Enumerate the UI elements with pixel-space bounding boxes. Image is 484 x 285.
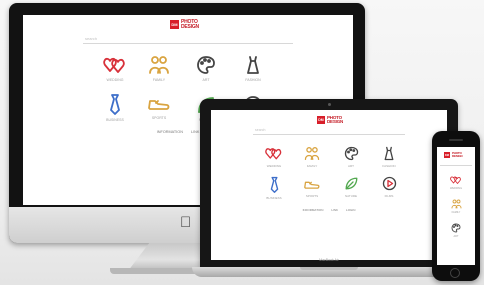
- category-label: FASHION: [245, 78, 261, 82]
- category-label: BUSINESS: [106, 118, 124, 122]
- home-button-icon[interactable]: [450, 268, 460, 278]
- shoe-icon: [148, 100, 170, 110]
- palette-icon: [451, 223, 461, 233]
- category-label: SPORTS: [151, 116, 167, 120]
- menu-item-login[interactable]: LOGIN: [346, 208, 355, 212]
- search-input[interactable]: [83, 43, 293, 44]
- category-family[interactable]: FAMILY: [297, 146, 327, 168]
- category-fashion[interactable]: FASHION: [235, 55, 271, 82]
- category-art[interactable]: ART: [446, 223, 466, 238]
- search-placeholder: search: [85, 36, 98, 41]
- leaf-icon: [345, 177, 357, 190]
- palette-icon: [344, 146, 358, 161]
- hearts-icon: [103, 57, 125, 73]
- apple-logo-icon: : [180, 214, 191, 231]
- menu-item-information[interactable]: INFORMATION: [303, 208, 324, 212]
- site-logo[interactable]: DM PHOTO DESIGN: [170, 20, 199, 29]
- search-placeholder: search: [255, 128, 266, 132]
- tie-icon: [270, 176, 278, 193]
- category-label: FAMILY: [152, 78, 166, 82]
- tie-icon: [110, 94, 120, 115]
- logo-line-2: DESIGN: [181, 23, 199, 30]
- laptop-model-label: MacBook Air: [319, 258, 339, 262]
- footer-menu: INFORMATION LINK LOGIN: [281, 208, 377, 212]
- category-label: SPORTS: [305, 194, 319, 198]
- shoe-icon: [304, 181, 320, 189]
- phone-screen: DM PHOTO DESIGN WEDDING FAMILY ART: [437, 147, 475, 265]
- category-label: ART: [348, 164, 354, 168]
- logo-mark: DM: [317, 116, 325, 125]
- laptop-notch: [300, 267, 358, 270]
- category-label: FILMS: [384, 194, 394, 198]
- category-label: FAMILY: [451, 211, 461, 214]
- category-label: ART: [453, 235, 459, 238]
- laptop-screen: DM PHOTO DESIGN search WEDDING FAMILY AR…: [211, 110, 447, 260]
- site-logo[interactable]: DM PHOTO DESIGN: [317, 115, 344, 125]
- search-input[interactable]: [253, 134, 405, 135]
- camera-icon: [328, 103, 331, 106]
- logo-line-2: DESIGN: [452, 154, 463, 158]
- menu-item-link[interactable]: LINK: [331, 208, 338, 212]
- category-nature[interactable]: NATURE: [336, 176, 366, 198]
- logo-mark: DM: [170, 20, 179, 29]
- category-wedding[interactable]: WEDDING: [97, 55, 133, 82]
- category-business[interactable]: BUSINESS: [97, 93, 133, 122]
- dress-icon: [247, 56, 259, 74]
- palette-icon: [197, 56, 215, 74]
- category-label: BUSINESS: [266, 196, 282, 200]
- logo-mark: DM: [444, 152, 450, 158]
- menu-item-information[interactable]: INFORMATION: [157, 130, 183, 134]
- category-films[interactable]: FILMS: [374, 176, 404, 198]
- category-label: WEDDING: [106, 78, 124, 82]
- category-wedding[interactable]: WEDDING: [259, 146, 289, 168]
- hearts-icon: [450, 176, 461, 184]
- category-label: FAMILY: [306, 164, 318, 168]
- category-label: WEDDING: [266, 164, 282, 168]
- dress-icon: [384, 146, 394, 161]
- category-label: NATURE: [344, 194, 358, 198]
- category-family[interactable]: FAMILY: [446, 199, 466, 214]
- family-icon: [149, 56, 169, 74]
- category-art[interactable]: ART: [188, 55, 224, 82]
- category-fashion[interactable]: FASHION: [374, 146, 404, 168]
- category-label: ART: [202, 78, 210, 82]
- family-icon: [304, 147, 320, 160]
- category-label: WEDDING: [449, 187, 463, 190]
- category-sports[interactable]: SPORTS: [297, 178, 327, 198]
- category-art[interactable]: ART: [336, 146, 366, 168]
- menu-item-link[interactable]: LINK: [191, 130, 199, 134]
- site-logo[interactable]: DM PHOTO DESIGN: [444, 152, 463, 158]
- category-wedding[interactable]: WEDDING: [446, 175, 466, 190]
- phone-speaker: [449, 139, 463, 141]
- category-sports[interactable]: SPORTS: [141, 95, 177, 120]
- category-business[interactable]: BUSINESS: [259, 176, 289, 200]
- hearts-icon: [265, 148, 282, 160]
- logo-line-2: DESIGN: [327, 119, 344, 125]
- category-family[interactable]: FAMILY: [141, 55, 177, 82]
- category-label: FASHION: [382, 164, 396, 168]
- search-input[interactable]: [440, 165, 472, 166]
- family-icon: [451, 199, 461, 209]
- play-icon: [382, 176, 396, 191]
